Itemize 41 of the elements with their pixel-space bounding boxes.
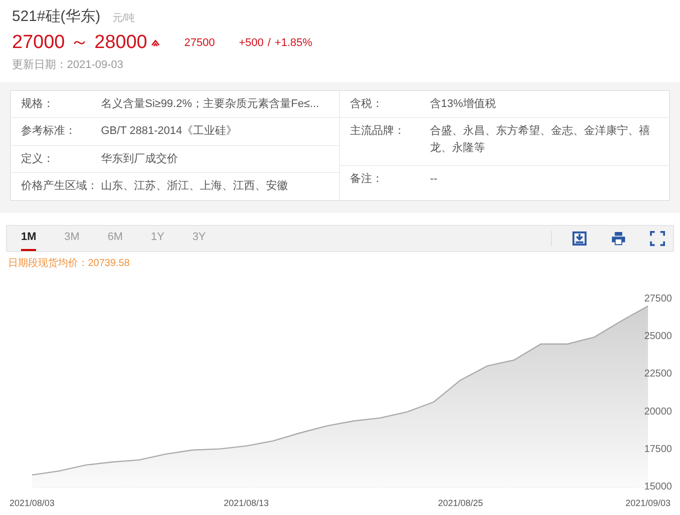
change-percent: +1.85% bbox=[274, 36, 312, 50]
product-title: 521#硅(华东) bbox=[12, 7, 100, 27]
image-download-icon[interactable] bbox=[572, 230, 587, 246]
x-axis-label: 2021/09/03 bbox=[625, 498, 671, 508]
spec-label: 参考标准： bbox=[21, 124, 77, 139]
period-tab[interactable]: 6M bbox=[108, 224, 123, 252]
x-axis-label: 2021/08/03 bbox=[9, 498, 55, 508]
separator: / bbox=[268, 36, 271, 50]
print-icon[interactable] bbox=[611, 230, 626, 246]
spec-value: 名义含量Si≥99.2%；主要杂质元素含量Fe≤... bbox=[101, 96, 320, 112]
period-tab[interactable]: 3Y bbox=[192, 224, 206, 252]
y-axis-label: 15000 bbox=[644, 481, 672, 492]
spec-label: 含税： bbox=[350, 96, 384, 112]
fullscreen-icon[interactable] bbox=[650, 230, 665, 246]
price-change: +500 bbox=[238, 36, 264, 50]
spec-label: 价格产生区域： bbox=[21, 178, 99, 194]
unit-label: 元/吨 bbox=[112, 12, 136, 26]
spec-label: 定义： bbox=[21, 152, 55, 166]
spec-value: 含13%增值税 bbox=[430, 96, 496, 112]
period-tab[interactable]: 3M bbox=[64, 224, 80, 252]
x-axis-label: 2021/08/25 bbox=[438, 498, 484, 508]
period-tab[interactable]: 1Y bbox=[150, 224, 164, 252]
spec-label: 主流品牌： bbox=[350, 124, 406, 139]
y-axis-label: 27500 bbox=[644, 293, 672, 304]
spec-value: 华东到厂成交价 bbox=[101, 152, 178, 166]
y-axis-label: 17500 bbox=[644, 443, 672, 454]
update-date: 更新日期：2021-09-03 bbox=[12, 58, 124, 73]
spec-label: 备注： bbox=[350, 172, 384, 187]
spec-value: -- bbox=[430, 172, 438, 187]
average-price: 27500 bbox=[184, 36, 215, 50]
y-axis-label: 22500 bbox=[644, 368, 672, 380]
spec-value: 合盛、永昌、东方希望、金志、金洋康宁、禧龙、永隆等 bbox=[430, 124, 651, 156]
spec-value: 山东、江苏、浙江、上海、江西、安徽 bbox=[101, 178, 288, 194]
period-tab[interactable]: 1M bbox=[21, 224, 36, 252]
spec-label: 规格： bbox=[21, 96, 55, 112]
x-axis-label: 2021/08/13 bbox=[224, 498, 269, 508]
y-axis-label: 25000 bbox=[644, 330, 672, 342]
chart-legend: 日期段现货均价：20739.58 bbox=[0, 252, 680, 274]
y-axis-label: 20000 bbox=[644, 406, 672, 417]
price-range: 27000 ～ 28000 bbox=[12, 30, 148, 54]
spec-value: GB/T 2881-2014《工业硅》 bbox=[101, 124, 238, 139]
